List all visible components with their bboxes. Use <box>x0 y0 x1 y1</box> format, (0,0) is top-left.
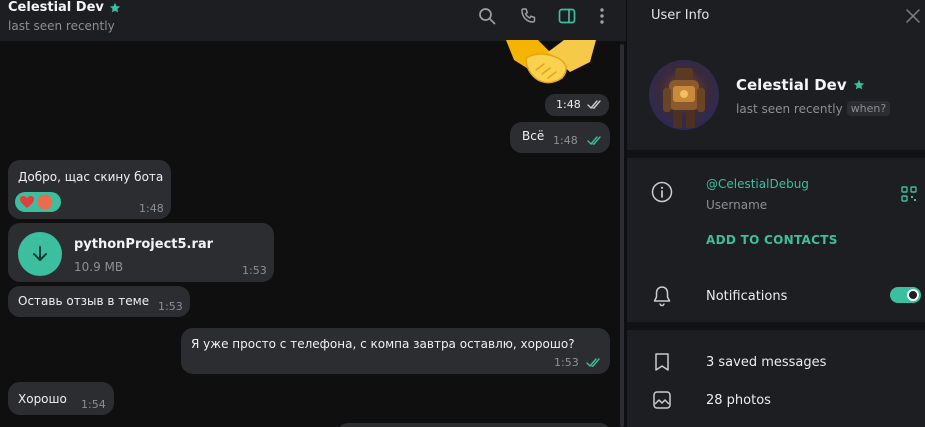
notifications-label: Notifications <box>706 289 788 304</box>
message-bubble[interactable]: Я уже просто с телефона, с компа завтра … <box>181 328 610 374</box>
message-time: 1:48 <box>556 98 581 111</box>
profile-status-text: last seen recently <box>736 101 843 116</box>
chat-scrollbar[interactable] <box>620 44 624 427</box>
message-bubble[interactable]: Хорошо 1:54 <box>8 382 114 415</box>
user-info-panel: User Info Celestial Dev last seen recent… <box>626 0 925 427</box>
bell-icon <box>651 285 673 307</box>
phone-icon[interactable] <box>518 6 538 26</box>
file-name[interactable]: pythonProject5.rar <box>74 237 213 252</box>
star-icon <box>853 79 864 90</box>
section-divider <box>627 322 925 330</box>
reaction-badge[interactable] <box>15 192 61 212</box>
toggle-knob <box>907 289 919 301</box>
message-time: 1:48 <box>553 134 578 147</box>
double-check-icon <box>586 358 600 368</box>
sticker-time-badge: 1:48 <box>545 94 609 116</box>
message-text: Всё <box>522 129 545 143</box>
heart-icon <box>20 196 34 208</box>
profile-status: last seen recently when? <box>736 101 891 116</box>
qr-icon[interactable] <box>901 186 917 202</box>
message-time: 1:53 <box>158 300 183 313</box>
section-divider <box>627 150 925 158</box>
tomato-icon <box>37 194 53 210</box>
chat-status: last seen recently <box>8 19 115 33</box>
download-icon[interactable] <box>18 232 62 276</box>
chat-panel: Celestial Dev last seen recently 1:48 Вс… <box>0 0 626 427</box>
message-bubble[interactable]: Всё 1:48 <box>510 122 610 153</box>
profile-name: Celestial Dev <box>736 76 865 94</box>
message-text: Хорошо <box>18 392 67 406</box>
add-to-contacts-button[interactable]: ADD TO CONTACTS <box>706 233 838 247</box>
username-value[interactable]: @CelestialDebug <box>706 177 809 191</box>
double-check-icon <box>587 100 601 110</box>
when-button[interactable]: when? <box>846 101 891 116</box>
message-text: Я уже просто с телефона, с компа завтра … <box>191 337 575 351</box>
file-size: 10.9 MB <box>74 260 124 274</box>
more-icon[interactable] <box>592 6 612 26</box>
message-text: Добро, щас скину бота <box>18 170 164 184</box>
chat-title-text: Celestial Dev <box>8 0 104 15</box>
message-bubble[interactable]: Оставь отзыв в теме 1:53 <box>8 286 190 317</box>
info-icon <box>651 181 673 203</box>
message-bubble[interactable] <box>338 423 610 427</box>
bookmark-icon <box>651 351 673 373</box>
close-icon[interactable] <box>906 9 920 23</box>
profile-name-text: Celestial Dev <box>736 76 847 94</box>
chat-header[interactable]: Celestial Dev last seen recently <box>0 0 626 42</box>
photo-icon <box>651 389 673 411</box>
search-icon[interactable] <box>477 6 497 26</box>
saved-messages-item[interactable]: 3 saved messages <box>706 355 826 370</box>
message-time: 1:54 <box>81 398 106 411</box>
chat-title[interactable]: Celestial Dev <box>8 0 121 15</box>
double-check-icon <box>587 136 601 146</box>
username-label: Username <box>706 198 768 212</box>
message-text: Оставь отзыв в теме <box>18 294 150 308</box>
notifications-toggle[interactable] <box>890 287 921 303</box>
message-time: 1:53 <box>242 264 267 277</box>
panel-title: User Info <box>651 8 710 23</box>
sidebar-toggle-icon[interactable] <box>557 6 577 26</box>
photos-item[interactable]: 28 photos <box>706 393 771 408</box>
message-time: 1:53 <box>554 356 579 369</box>
message-time: 1:48 <box>139 202 164 215</box>
star-icon <box>109 2 120 12</box>
handshake-sticker[interactable] <box>500 40 604 92</box>
avatar[interactable] <box>649 60 719 130</box>
